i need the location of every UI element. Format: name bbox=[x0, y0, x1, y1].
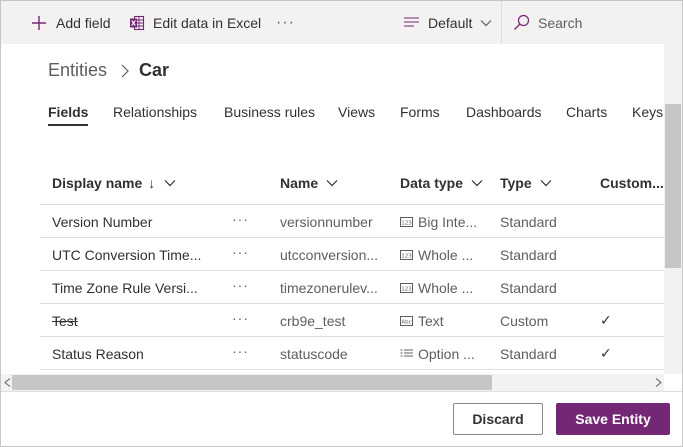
cell-type: Standard bbox=[500, 280, 557, 296]
table-row[interactable]: Status Reason ··· statuscode Option ... … bbox=[40, 337, 665, 370]
table-row[interactable]: Time Zone Rule Versi... ··· timezonerule… bbox=[40, 271, 665, 304]
chevron-down-icon bbox=[164, 179, 176, 187]
chevron-right-icon bbox=[121, 64, 129, 78]
column-header-display-name-label: Display name bbox=[52, 175, 143, 191]
svg-text:123: 123 bbox=[401, 286, 412, 292]
lines-icon bbox=[404, 16, 419, 29]
add-field-label: Add field bbox=[56, 14, 111, 31]
search-box[interactable]: Search bbox=[513, 1, 582, 44]
number-icon: 123 bbox=[400, 280, 413, 296]
save-entity-button[interactable]: Save Entity bbox=[556, 403, 670, 435]
number-icon: 123 bbox=[400, 214, 413, 230]
table-row[interactable]: UTC Conversion Time... ··· utcconversion… bbox=[40, 238, 665, 271]
fields-grid: Display name ↓ Name Data type Type Custo… bbox=[40, 160, 665, 373]
chevron-down-icon bbox=[540, 179, 552, 187]
tab-charts[interactable]: Charts bbox=[566, 104, 607, 120]
column-header-customizable[interactable]: Custom... bbox=[600, 175, 664, 191]
cell-data-type-label: Big Inte... bbox=[418, 214, 478, 230]
cell-display-name: Test bbox=[52, 313, 78, 329]
horizontal-scrollbar-thumb[interactable] bbox=[12, 375, 492, 390]
view-selector[interactable]: Default bbox=[404, 1, 492, 44]
more-commands-button[interactable]: ··· bbox=[276, 1, 295, 44]
search-placeholder: Search bbox=[538, 14, 583, 31]
column-header-type-label: Type bbox=[500, 175, 532, 191]
breadcrumb: Entities Car bbox=[48, 60, 169, 81]
number-icon: 123 bbox=[400, 247, 413, 263]
cell-data-type: 123 Whole ... bbox=[400, 280, 492, 296]
chevron-down-icon bbox=[471, 179, 483, 187]
cell-display-name: Time Zone Rule Versi... bbox=[52, 280, 198, 296]
column-header-name-label: Name bbox=[280, 175, 319, 191]
cell-data-type-label: Option ... bbox=[418, 346, 475, 362]
tab-relationships[interactable]: Relationships bbox=[113, 104, 197, 120]
tab-business-rules[interactable]: Business rules bbox=[224, 104, 315, 120]
breadcrumb-entities-link[interactable]: Entities bbox=[48, 60, 107, 81]
column-header-type[interactable]: Type bbox=[500, 175, 552, 191]
cell-name: utcconversion... bbox=[280, 247, 379, 263]
footer-bar: Discard Save Entity bbox=[1, 391, 682, 446]
cell-data-type: 123 Whole ... bbox=[400, 247, 492, 263]
table-row[interactable]: Version Number ··· versionnumber 123 Big… bbox=[40, 205, 665, 238]
tab-views[interactable]: Views bbox=[338, 104, 375, 120]
option-set-icon bbox=[400, 346, 413, 362]
excel-icon bbox=[129, 15, 145, 31]
tab-dashboards[interactable]: Dashboards bbox=[466, 104, 542, 120]
column-header-data-type[interactable]: Data type bbox=[400, 175, 483, 191]
cell-type: Standard bbox=[500, 346, 557, 362]
vertical-scrollbar-thumb[interactable] bbox=[665, 104, 681, 268]
text-icon: Abc bbox=[400, 313, 413, 329]
cell-type: Custom bbox=[500, 313, 549, 329]
plus-icon bbox=[31, 15, 47, 31]
chevron-down-icon bbox=[480, 19, 492, 27]
cell-display-name: Status Reason bbox=[52, 346, 144, 362]
cell-type: Standard bbox=[500, 214, 557, 230]
cell-data-type-label: Whole ... bbox=[418, 247, 474, 263]
search-icon bbox=[513, 14, 530, 31]
view-selector-label: Default bbox=[428, 14, 473, 31]
cell-display-name: UTC Conversion Time... bbox=[52, 247, 202, 263]
cell-name: versionnumber bbox=[280, 214, 373, 230]
cell-data-type-label: Whole ... bbox=[418, 280, 474, 296]
scroll-left-icon[interactable] bbox=[4, 378, 11, 387]
cell-display-name: Version Number bbox=[52, 214, 153, 230]
edit-in-excel-button[interactable]: Edit data in Excel bbox=[129, 1, 261, 44]
sort-descending-icon: ↓ bbox=[148, 175, 156, 191]
cell-name: timezonerulev... bbox=[280, 280, 378, 296]
grid-header: Display name ↓ Name Data type Type Custo… bbox=[40, 160, 665, 205]
svg-text:123: 123 bbox=[401, 253, 412, 259]
column-header-display-name[interactable]: Display name ↓ bbox=[52, 175, 176, 191]
svg-text:123: 123 bbox=[401, 220, 412, 226]
cell-data-type-label: Text bbox=[418, 313, 444, 329]
discard-button[interactable]: Discard bbox=[453, 403, 543, 435]
row-more-button[interactable]: ··· bbox=[232, 310, 249, 326]
row-more-button[interactable]: ··· bbox=[232, 211, 249, 227]
row-more-button[interactable]: ··· bbox=[232, 277, 249, 293]
tab-fields[interactable]: Fields bbox=[48, 104, 89, 126]
cell-type: Standard bbox=[500, 247, 557, 263]
edit-in-excel-label: Edit data in Excel bbox=[153, 14, 262, 31]
tab-keys[interactable]: Keys bbox=[632, 104, 663, 120]
scroll-right-icon[interactable] bbox=[655, 378, 662, 387]
checkmark-icon: ✓ bbox=[600, 345, 612, 361]
svg-text:Abc: Abc bbox=[401, 319, 411, 325]
column-header-data-type-label: Data type bbox=[400, 175, 464, 191]
table-row[interactable]: Test ··· crb9e_test Abc Text Custom ✓ bbox=[40, 304, 665, 337]
column-header-name[interactable]: Name bbox=[280, 175, 338, 191]
cell-name: statuscode bbox=[280, 346, 348, 362]
cell-data-type: Abc Text bbox=[400, 313, 492, 329]
add-field-button[interactable]: Add field bbox=[31, 1, 110, 44]
command-bar-divider bbox=[501, 1, 502, 44]
column-header-customizable-label: Custom... bbox=[600, 175, 664, 191]
cell-data-type: Option ... bbox=[400, 346, 492, 362]
row-more-button[interactable]: ··· bbox=[232, 244, 249, 260]
cell-data-type: 123 Big Inte... bbox=[400, 214, 492, 230]
chevron-down-icon bbox=[326, 179, 338, 187]
row-more-button[interactable]: ··· bbox=[232, 343, 249, 359]
page-title: Car bbox=[139, 60, 170, 80]
tab-forms[interactable]: Forms bbox=[400, 104, 440, 120]
command-bar: Add field Edit data in Excel ··· Default… bbox=[1, 1, 682, 44]
cell-name: crb9e_test bbox=[280, 313, 346, 329]
checkmark-icon: ✓ bbox=[600, 312, 612, 328]
